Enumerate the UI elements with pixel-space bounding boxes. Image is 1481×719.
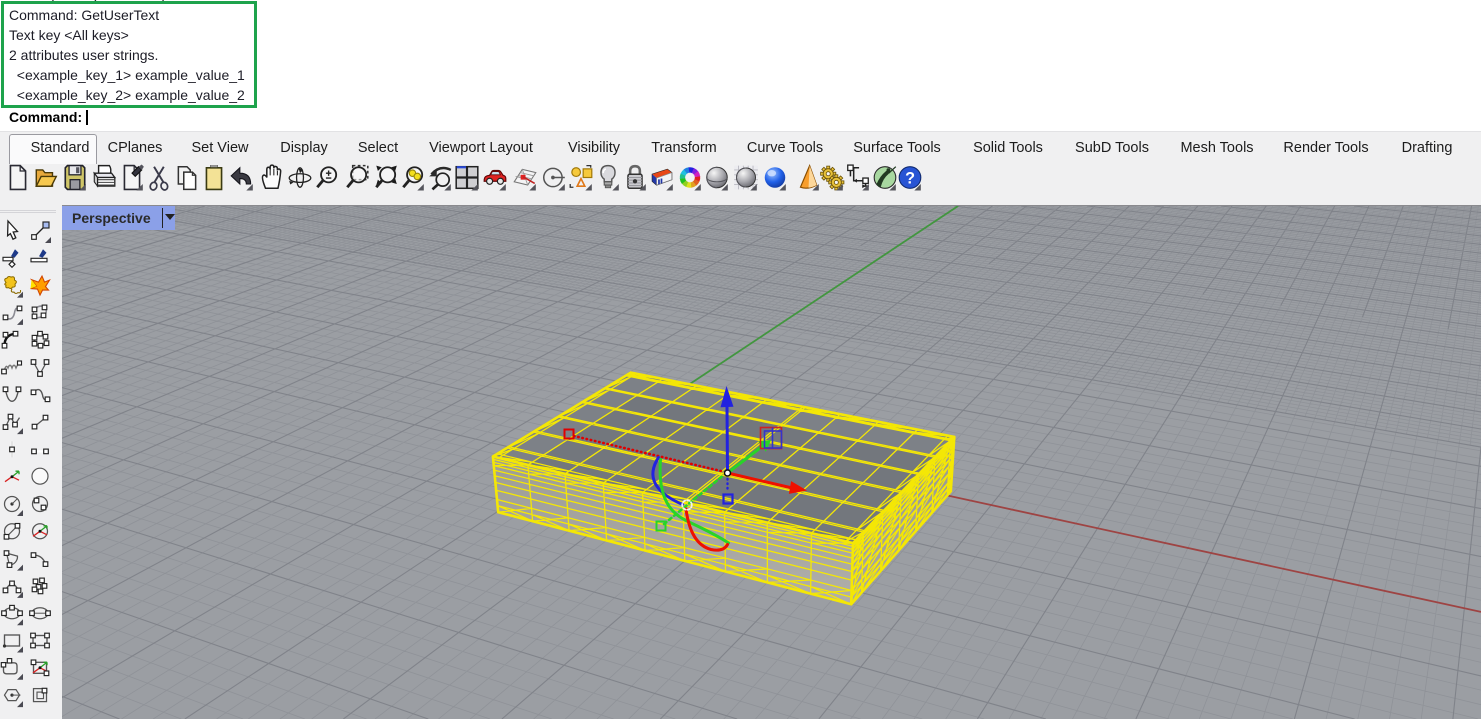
svg-text:?: ?	[905, 169, 915, 187]
